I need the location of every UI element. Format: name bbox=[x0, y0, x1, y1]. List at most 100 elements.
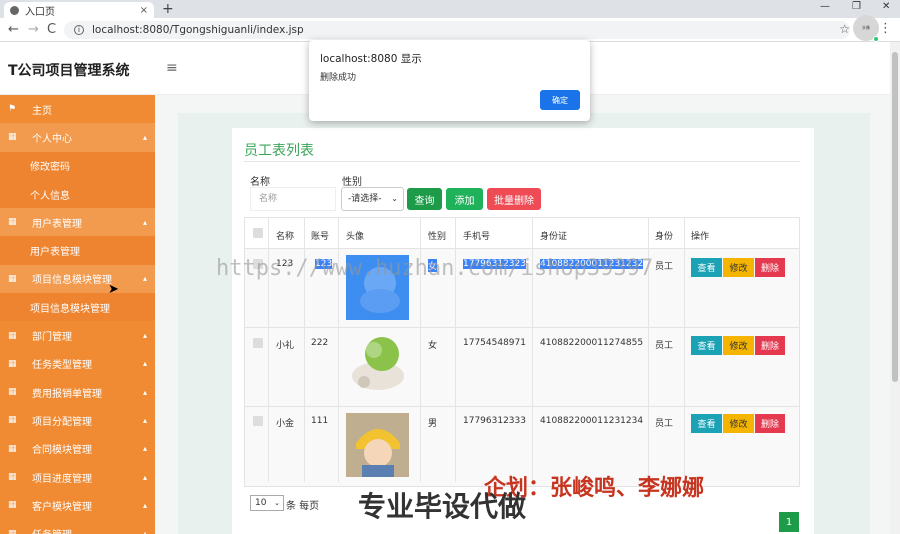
cell-name: 小金 bbox=[276, 419, 295, 429]
delete-button[interactable]: 删除 bbox=[755, 414, 785, 433]
view-button[interactable]: 查看 bbox=[691, 336, 722, 355]
url-text: localhost:8080/Tgongshiguanli/index.jsp bbox=[92, 24, 304, 36]
scrollbar-thumb[interactable] bbox=[892, 52, 898, 382]
hamburger-icon[interactable]: ≡ bbox=[166, 60, 178, 76]
name-label: 名称 bbox=[250, 177, 270, 188]
watermark-url: https://www.huzhan.com/ishop39397 bbox=[216, 256, 654, 281]
caret-icon: ▴ bbox=[142, 500, 147, 510]
edit-button[interactable]: 修改 bbox=[723, 258, 754, 277]
sidebar-item[interactable]: 用户表管理 bbox=[0, 236, 155, 265]
column-divider bbox=[684, 218, 685, 482]
cell-role: 员工 bbox=[655, 419, 674, 429]
caret-icon: ▴ bbox=[142, 529, 147, 534]
back-arrow-icon[interactable]: ← bbox=[8, 22, 19, 37]
sex-select[interactable]: -请选择- ⌄ bbox=[341, 187, 404, 211]
sex-select-value: -请选择- bbox=[348, 194, 382, 204]
page-size-value: 10 bbox=[255, 498, 267, 508]
sidebar-item-label: 客户模块管理 bbox=[32, 501, 92, 513]
sidebar-item[interactable]: ▦ 部门管理 ▴ bbox=[0, 321, 155, 350]
sidebar-item[interactable]: 个人信息 bbox=[0, 179, 155, 209]
dialog-ok-button[interactable]: 确定 bbox=[540, 90, 580, 110]
browser-tab[interactable]: 入口页 × bbox=[4, 2, 154, 18]
sidebar-item[interactable]: ▦ 任务类型管理 ▴ bbox=[0, 349, 155, 378]
grid-icon: ▦ bbox=[8, 132, 17, 143]
sidebar-item[interactable]: ▦ 合同模块管理 ▴ bbox=[0, 434, 155, 463]
header-actions: 操作 bbox=[691, 232, 710, 242]
caret-icon: ▴ bbox=[142, 274, 147, 284]
online-status-dot bbox=[873, 36, 879, 42]
sidebar-item-label: 主页 bbox=[32, 105, 52, 117]
grid-icon: ▦ bbox=[8, 472, 17, 482]
query-button[interactable]: 查询 bbox=[407, 188, 442, 210]
caret-icon: ▴ bbox=[142, 444, 147, 454]
browser-tab-bar: 入口页 × + — ❐ ✕ bbox=[0, 0, 900, 18]
new-tab-button[interactable]: + bbox=[162, 1, 174, 17]
maximize-icon[interactable]: ❐ bbox=[852, 1, 861, 12]
caret-icon: ▴ bbox=[142, 472, 147, 482]
cell-role: 员工 bbox=[655, 341, 674, 351]
page-size-label: 条 每页 bbox=[286, 501, 320, 512]
caret-icon: ▴ bbox=[142, 331, 147, 341]
sidebar-item-label: 个人中心 bbox=[32, 133, 72, 145]
sidebar-item[interactable]: ▦ 项目进度管理 ▴ bbox=[0, 462, 155, 492]
delete-button[interactable]: 删除 bbox=[755, 258, 785, 277]
kebab-menu-icon[interactable]: ⋮ bbox=[879, 21, 892, 36]
grid-icon: ▦ bbox=[8, 273, 17, 284]
pagination-page-1[interactable]: 1 bbox=[779, 512, 799, 532]
reload-icon[interactable]: C bbox=[47, 22, 56, 37]
sidebar-item-label: 用户表管理 bbox=[32, 218, 82, 230]
delete-button[interactable]: 删除 bbox=[755, 336, 785, 355]
info-icon[interactable]: i bbox=[74, 25, 84, 35]
chevron-down-icon: ⌄ bbox=[274, 499, 280, 507]
grid-icon: ▦ bbox=[8, 358, 17, 369]
caret-icon: ▴ bbox=[142, 387, 147, 397]
star-icon[interactable]: ☆ bbox=[839, 22, 850, 36]
minimize-icon[interactable]: — bbox=[820, 1, 830, 12]
url-field[interactable]: i localhost:8080/Tgongshiguanli/index.js… bbox=[64, 21, 850, 39]
sidebar-item[interactable]: ⚑ 主页 bbox=[0, 95, 155, 124]
sidebar-item[interactable]: ▦ 项目分配管理 ▴ bbox=[0, 406, 155, 435]
grid-icon: ▦ bbox=[8, 217, 17, 228]
grid-icon: ▦ bbox=[8, 528, 17, 534]
edit-button[interactable]: 修改 bbox=[723, 414, 754, 433]
sidebar-item-label: 项目进度管理 bbox=[32, 473, 92, 485]
bulk-delete-button[interactable]: 批量删除 bbox=[487, 188, 541, 210]
globe-icon bbox=[10, 5, 19, 15]
flag-icon: ⚑ bbox=[8, 104, 17, 115]
row-checkbox[interactable] bbox=[253, 416, 263, 426]
select-all-checkbox[interactable] bbox=[253, 228, 263, 238]
sidebar-item[interactable]: ▦ 费用报销单管理 ▴ bbox=[0, 377, 155, 407]
sidebar-item[interactable]: 修改密码 bbox=[0, 151, 155, 180]
tab-close-icon[interactable]: × bbox=[140, 5, 148, 16]
view-button[interactable]: 查看 bbox=[691, 414, 722, 433]
cell-idcard: 410882200011274855 bbox=[540, 338, 644, 348]
page-size-select[interactable]: 10 ⌄ bbox=[250, 495, 284, 511]
sidebar-item[interactable]: ▦ 用户表管理 ▴ bbox=[0, 208, 155, 237]
mouse-cursor-icon: ➤ bbox=[108, 282, 119, 297]
sidebar-item[interactable]: ▦ 项目信息模块管理 ▴ bbox=[0, 264, 155, 294]
edit-button[interactable]: 修改 bbox=[723, 336, 754, 355]
tab-title: 入口页 bbox=[25, 6, 55, 18]
cell-name: 小礼 bbox=[276, 341, 295, 351]
row-checkbox[interactable] bbox=[253, 338, 263, 348]
alert-dialog: localhost:8080 显示 删除成功 确定 bbox=[309, 40, 590, 121]
cell-sex: 女 bbox=[428, 341, 438, 351]
add-button[interactable]: 添加 bbox=[446, 188, 483, 210]
avatar-image bbox=[346, 332, 409, 396]
dialog-message: 删除成功 bbox=[320, 73, 357, 83]
sidebar-item[interactable]: ▦ 任务管理 ▴ bbox=[0, 519, 155, 534]
header-avatar: 头像 bbox=[346, 232, 365, 242]
caret-icon: ▴ bbox=[142, 415, 147, 425]
sidebar-item[interactable]: ▦ 客户模块管理 ▴ bbox=[0, 491, 155, 520]
sidebar-item-label: 费用报销单管理 bbox=[32, 388, 102, 400]
caret-icon: ▴ bbox=[142, 132, 147, 142]
sidebar-item[interactable]: 项目信息模块管理 bbox=[0, 293, 155, 322]
forward-arrow-icon[interactable]: → bbox=[28, 22, 39, 37]
name-search-input[interactable]: 名称 bbox=[250, 187, 336, 211]
view-button[interactable]: 查看 bbox=[691, 258, 722, 277]
window-close-icon[interactable]: ✕ bbox=[882, 1, 890, 12]
sidebar-item[interactable]: ▦ 个人中心 ▴ bbox=[0, 123, 155, 152]
chevron-down-icon: ⌄ bbox=[391, 194, 398, 203]
header-phone: 手机号 bbox=[463, 232, 491, 242]
cell-phone: 17796312333 bbox=[463, 416, 526, 426]
